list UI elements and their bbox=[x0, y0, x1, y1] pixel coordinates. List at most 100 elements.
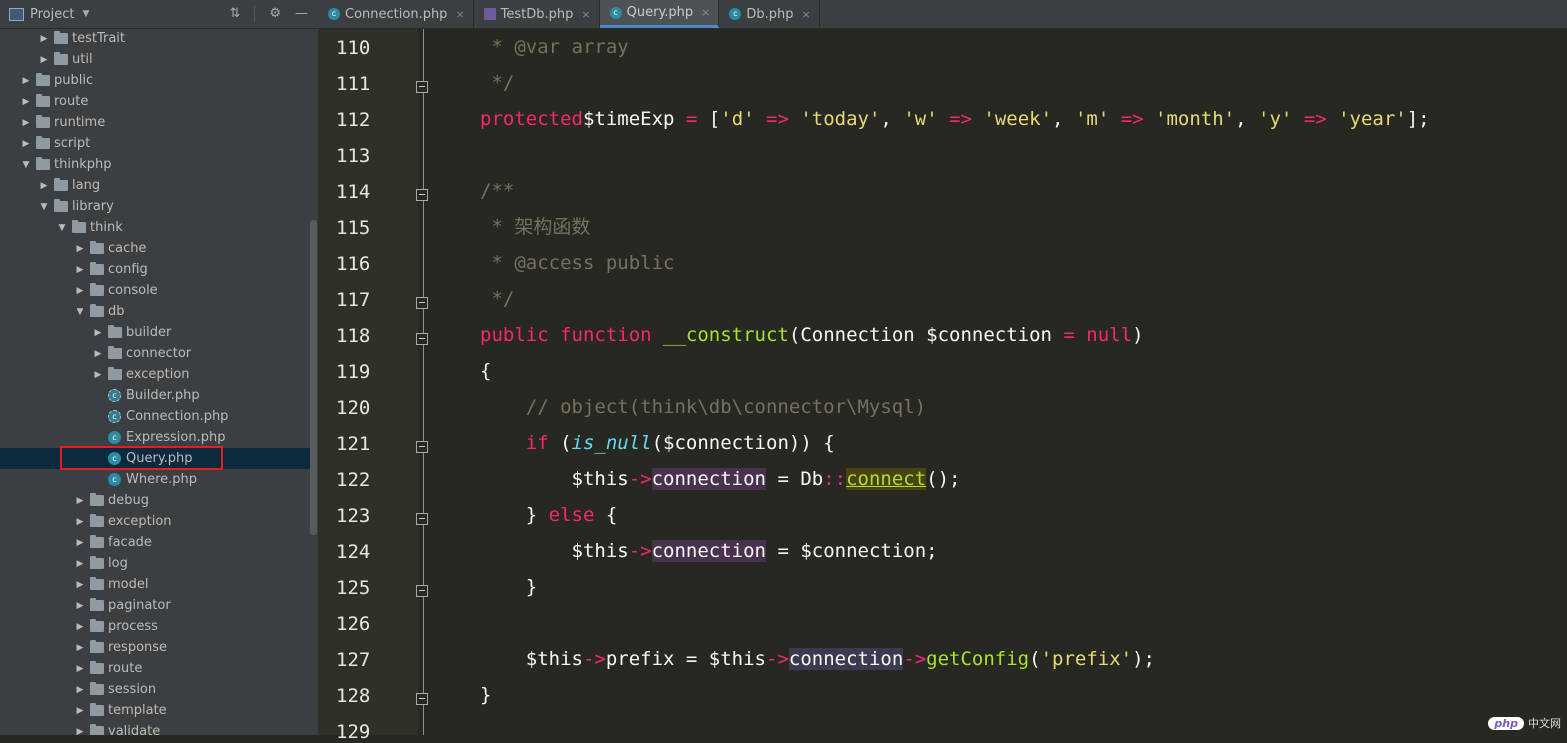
tree-item[interactable]: ▶ model bbox=[0, 574, 310, 595]
code-editor[interactable]: 110 111 112 113 114 115 116 117 118 119 120 121 122 1… bbox=[318, 29, 1567, 743]
fold-marker-icon[interactable] bbox=[416, 585, 428, 597]
tree-item[interactable]: ▶ process bbox=[0, 616, 310, 637]
chevron-right-icon[interactable]: ▶ bbox=[74, 244, 86, 254]
code-line[interactable]: * @access public bbox=[480, 249, 674, 277]
tree-item[interactable]: ▶ runtime bbox=[0, 112, 310, 133]
chevron-right-icon[interactable]: ▶ bbox=[74, 664, 86, 674]
tree-item[interactable]: ▶ route bbox=[0, 658, 310, 679]
chevron-right-icon[interactable]: ▶ bbox=[92, 370, 104, 380]
code-line[interactable]: * 架构函数 bbox=[480, 213, 590, 241]
chevron-right-icon[interactable]: ▶ bbox=[74, 538, 86, 548]
code-line[interactable]: */ bbox=[480, 285, 514, 313]
tree-item[interactable]: ▶ route bbox=[0, 91, 310, 112]
chevron-down-icon[interactable]: ▼ bbox=[74, 307, 86, 317]
minimize-icon[interactable]: — bbox=[295, 6, 308, 22]
close-icon[interactable]: × bbox=[802, 8, 811, 21]
chevron-right-icon[interactable]: ▶ bbox=[74, 601, 86, 611]
chevron-right-icon[interactable]: ▶ bbox=[74, 496, 86, 506]
fold-marker-icon[interactable] bbox=[416, 81, 428, 93]
close-icon[interactable]: × bbox=[701, 6, 710, 19]
tree-item[interactable]: ▶ connector bbox=[0, 343, 310, 364]
chevron-right-icon[interactable]: ▶ bbox=[74, 517, 86, 527]
tree-item[interactable]: ▶ debug bbox=[0, 490, 310, 511]
fold-marker-icon[interactable] bbox=[416, 441, 428, 453]
tree-item[interactable]: ▶ facade bbox=[0, 532, 310, 553]
chevron-right-icon[interactable]: ▶ bbox=[20, 139, 32, 149]
tree-item[interactable]: ▶ lang bbox=[0, 175, 310, 196]
tree-item[interactable]: ▶ builder bbox=[0, 322, 310, 343]
tree-item[interactable]: ▼ library bbox=[0, 196, 310, 217]
code-line[interactable]: { bbox=[480, 357, 491, 385]
chevron-down-icon[interactable]: ▼ bbox=[82, 9, 89, 19]
fold-marker-icon[interactable] bbox=[416, 297, 428, 309]
tree-item[interactable]: ▼ thinkphp bbox=[0, 154, 310, 175]
collapse-all-icon[interactable]: ⇅ bbox=[229, 6, 240, 22]
chevron-right-icon[interactable]: ▶ bbox=[74, 580, 86, 590]
code-line[interactable]: $this->connection = Db::connect(); bbox=[480, 465, 961, 493]
tree-item[interactable]: ▶ response bbox=[0, 637, 310, 658]
code-line[interactable]: } bbox=[480, 681, 491, 709]
tree-item[interactable]: ▶ template bbox=[0, 700, 310, 721]
code-line[interactable]: */ bbox=[480, 69, 514, 97]
tree-item[interactable]: ▼ db bbox=[0, 301, 310, 322]
code-line[interactable]: if (is_null($connection)) { bbox=[480, 429, 835, 457]
chevron-right-icon[interactable]: ▶ bbox=[74, 286, 86, 296]
tree-item[interactable]: ▶ testTrait bbox=[0, 28, 310, 49]
fold-marker-icon[interactable] bbox=[416, 189, 428, 201]
sidebar-scrollbar[interactable] bbox=[310, 220, 317, 535]
chevron-right-icon[interactable]: ▶ bbox=[74, 622, 86, 632]
chevron-down-icon[interactable]: ▼ bbox=[56, 223, 68, 233]
code-line[interactable]: // object(think\db\connector\Mysql) bbox=[480, 393, 926, 421]
tree-item[interactable]: ▶ cache bbox=[0, 238, 310, 259]
gear-icon[interactable]: ⚙ bbox=[269, 6, 281, 22]
close-icon[interactable]: × bbox=[581, 8, 590, 21]
chevron-right-icon[interactable]: ▶ bbox=[92, 328, 104, 338]
tree-item[interactable]: ▶ script bbox=[0, 133, 310, 154]
code-line[interactable]: $this->prefix = $this->connection->getCo… bbox=[480, 645, 1155, 673]
code-line[interactable]: } else { bbox=[480, 501, 618, 529]
chevron-right-icon[interactable]: ▶ bbox=[74, 706, 86, 716]
chevron-right-icon[interactable]: ▶ bbox=[20, 97, 32, 107]
tree-item[interactable]: ▶ config bbox=[0, 259, 310, 280]
code-line[interactable]: } bbox=[480, 573, 537, 601]
tree-item[interactable]: c Where.php bbox=[0, 469, 310, 490]
tree-item[interactable]: ▶ exception bbox=[0, 364, 310, 385]
tree-item[interactable]: ▶ validate bbox=[0, 721, 310, 735]
tab-query-php[interactable]: c Query.php × bbox=[599, 0, 720, 28]
fold-marker-icon[interactable] bbox=[416, 333, 428, 345]
tree-item[interactable]: c Expression.php bbox=[0, 427, 310, 448]
chevron-right-icon[interactable]: ▶ bbox=[38, 34, 50, 44]
tab-testdb-php[interactable]: TestDb.php × bbox=[474, 0, 600, 28]
tree-item[interactable]: ▶ public bbox=[0, 70, 310, 91]
tree-item[interactable]: ▶ log bbox=[0, 553, 310, 574]
chevron-right-icon[interactable]: ▶ bbox=[20, 118, 32, 128]
chevron-right-icon[interactable]: ▶ bbox=[38, 181, 50, 191]
tree-item[interactable]: ▶ exception bbox=[0, 511, 310, 532]
code-line[interactable]: /** bbox=[480, 177, 514, 205]
tree-item[interactable]: c Connection.php bbox=[0, 406, 310, 427]
code-line[interactable]: $this->connection = $connection; bbox=[480, 537, 938, 565]
tree-item[interactable]: c Builder.php bbox=[0, 385, 310, 406]
code-line[interactable]: * @var array bbox=[480, 33, 628, 61]
chevron-down-icon[interactable]: ▼ bbox=[38, 202, 50, 212]
chevron-right-icon[interactable]: ▶ bbox=[74, 643, 86, 653]
tree-item[interactable]: ▶ util bbox=[0, 49, 310, 70]
chevron-right-icon[interactable]: ▶ bbox=[20, 76, 32, 86]
chevron-right-icon[interactable]: ▶ bbox=[92, 349, 104, 359]
tree-item[interactable]: ▶ console bbox=[0, 280, 310, 301]
tree-item[interactable]: ▶ paginator bbox=[0, 595, 310, 616]
code-line[interactable]: protected$timeExp = ['d' => 'today', 'w'… bbox=[480, 105, 1430, 133]
chevron-right-icon[interactable]: ▶ bbox=[74, 727, 86, 736]
fold-marker-icon[interactable] bbox=[416, 513, 428, 525]
fold-marker-icon[interactable] bbox=[416, 693, 428, 705]
close-icon[interactable]: × bbox=[455, 8, 464, 21]
tab-connection-php[interactable]: c Connection.php × bbox=[318, 0, 474, 28]
tree-item[interactable]: ▼ think bbox=[0, 217, 310, 238]
chevron-right-icon[interactable]: ▶ bbox=[38, 55, 50, 65]
sidebar-title[interactable]: Project bbox=[30, 7, 74, 22]
chevron-down-icon[interactable]: ▼ bbox=[20, 160, 32, 170]
chevron-right-icon[interactable]: ▶ bbox=[74, 685, 86, 695]
tab-db-php[interactable]: c Db.php × bbox=[719, 0, 820, 28]
chevron-right-icon[interactable]: ▶ bbox=[74, 559, 86, 569]
code-line[interactable]: public function __construct(Connection $… bbox=[480, 321, 1144, 349]
